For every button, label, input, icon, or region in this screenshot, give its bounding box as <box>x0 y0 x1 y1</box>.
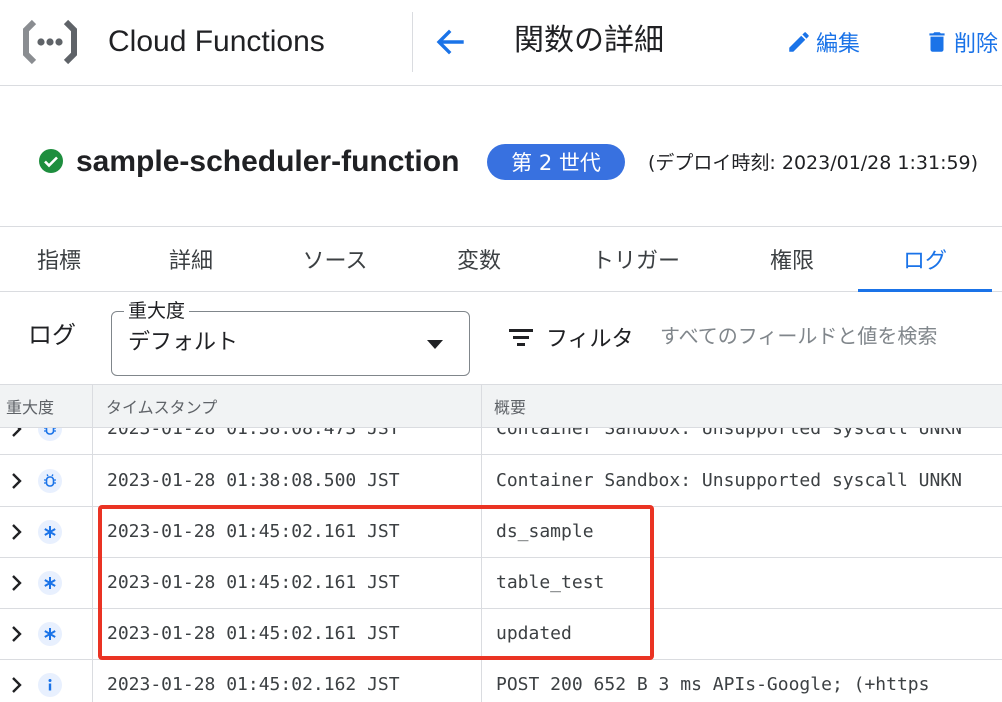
filter-label: フィルタ <box>546 327 634 352</box>
chevron-right-icon[interactable] <box>8 623 26 645</box>
edit-label: 編集 <box>816 32 861 57</box>
filter-icon <box>509 329 533 346</box>
filter-button[interactable]: フィルタ <box>508 320 634 354</box>
log-search-input[interactable] <box>660 318 1002 354</box>
table-row[interactable]: 2023-01-28 01:45:02.162 JST POST 200 652… <box>0 660 1002 702</box>
tab-triggers[interactable]: トリガー <box>566 227 706 291</box>
table-row[interactable]: 2023-01-28 01:45:02.161 JST table_test <box>0 558 1002 609</box>
log-summary: POST 200 652 B 3 ms APIs-Google; (+https <box>496 674 930 695</box>
active-tab-indicator <box>858 289 992 292</box>
log-summary: ds_sample <box>496 521 594 542</box>
delete-button[interactable]: 削除 <box>924 24 998 60</box>
logs-title: ログ <box>28 321 76 349</box>
table-row[interactable]: 2023-01-28 01:38:08.500 JST Container Sa… <box>0 456 1002 507</box>
generation-badge: 第 2 世代 <box>487 144 625 180</box>
column-divider <box>92 384 93 702</box>
severity-value: デフォルト <box>128 330 239 355</box>
log-timestamp: 2023-01-28 01:45:02.161 JST <box>107 623 400 644</box>
severity-select[interactable]: 重大度 デフォルト <box>111 300 470 376</box>
tab-permissions[interactable]: 権限 <box>732 227 852 291</box>
edit-button[interactable]: 編集 <box>786 24 860 60</box>
log-summary: updated <box>496 623 572 644</box>
caret-down-icon <box>427 340 443 349</box>
log-summary: Container Sandbox: Unsupported syscall U… <box>496 428 962 439</box>
log-timestamp: 2023-01-28 01:38:08.500 JST <box>107 470 400 491</box>
page-title: 関数の詳細 <box>514 23 664 58</box>
trash-icon <box>929 32 945 52</box>
table-row[interactable]: 2023-01-28 01:45:02.161 JST ds_sample <box>0 507 1002 558</box>
pencil-icon <box>789 32 809 52</box>
header-divider <box>412 12 413 72</box>
log-timestamp: 2023-01-28 01:38:08.473 JST <box>107 428 400 439</box>
debug-icon <box>38 428 62 441</box>
chevron-right-icon[interactable] <box>8 572 26 594</box>
log-timestamp: 2023-01-28 01:45:02.161 JST <box>107 572 400 593</box>
column-timestamp[interactable]: タイムスタンプ <box>106 385 217 427</box>
tab-logs[interactable]: ログ <box>858 227 992 291</box>
default-severity-icon <box>38 571 62 595</box>
app-header: Cloud Functions 関数の詳細 編集 削除 <box>0 0 1002 86</box>
default-severity-icon <box>38 622 62 646</box>
column-summary[interactable]: 概要 <box>494 385 526 427</box>
function-name: sample-scheduler-function <box>76 145 460 178</box>
tab-source[interactable]: ソース <box>270 227 400 291</box>
detail-tabs: 指標 詳細 ソース 変数 トリガー 権限 ログ <box>0 226 1002 292</box>
table-row[interactable]: 2023-01-28 01:45:02.161 JST updated <box>0 609 1002 660</box>
log-summary: table_test <box>496 572 605 593</box>
chevron-right-icon[interactable] <box>8 521 26 543</box>
severity-caption: 重大度 <box>124 300 190 322</box>
chevron-right-icon[interactable] <box>8 428 26 440</box>
debug-icon <box>38 469 62 493</box>
column-severity[interactable]: 重大度 <box>6 385 54 427</box>
tab-metrics[interactable]: 指標 <box>0 227 118 291</box>
table-row[interactable]: 2023-01-28 01:38:08.473 JST Container Sa… <box>0 428 1002 455</box>
log-timestamp: 2023-01-28 01:45:02.162 JST <box>107 674 400 695</box>
product-name: Cloud Functions <box>108 25 325 58</box>
log-table-header: 重大度 タイムスタンプ 概要 <box>0 384 1002 428</box>
info-icon <box>38 673 62 697</box>
tab-variables[interactable]: 変数 <box>420 227 538 291</box>
default-severity-icon <box>38 520 62 544</box>
tab-details[interactable]: 詳細 <box>132 227 250 291</box>
deploy-time: (デプロイ時刻: 2023/01/28 1:31:59) <box>648 152 979 174</box>
chevron-right-icon[interactable] <box>8 674 26 696</box>
cloud-functions-logo-icon <box>23 19 77 65</box>
log-timestamp: 2023-01-28 01:45:02.161 JST <box>107 521 400 542</box>
back-arrow-icon[interactable] <box>430 22 470 62</box>
function-title-row: sample-scheduler-function 第 2 世代 (デプロイ時刻… <box>0 130 1002 194</box>
column-divider <box>481 384 482 702</box>
delete-label: 削除 <box>954 32 999 57</box>
log-summary: Container Sandbox: Unsupported syscall U… <box>496 470 962 491</box>
log-table-body: 2023-01-28 01:38:08.473 JST Container Sa… <box>0 428 1002 702</box>
chevron-right-icon[interactable] <box>8 470 26 492</box>
check-circle-icon <box>39 149 63 173</box>
